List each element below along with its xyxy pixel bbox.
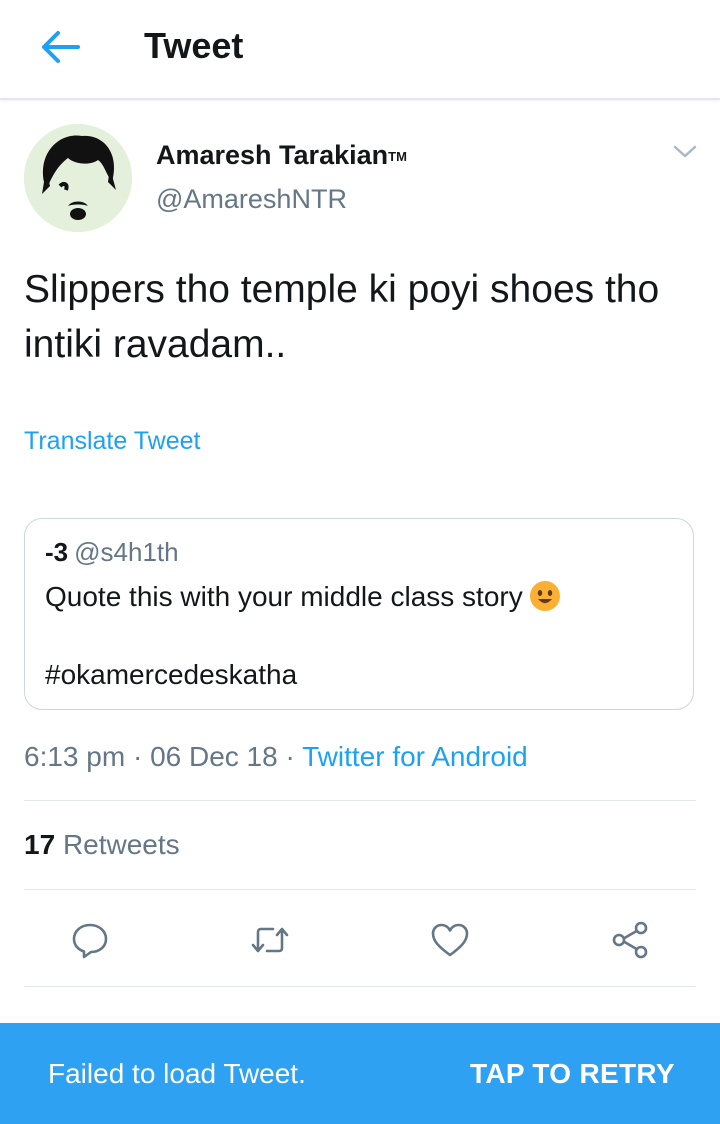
author-handle[interactable]: @AmareshNTR xyxy=(156,181,347,217)
page-title: Tweet xyxy=(144,25,244,66)
snackbar-message: Failed to load Tweet. xyxy=(48,1058,306,1089)
meta-separator: · xyxy=(277,741,303,772)
reply-icon xyxy=(72,923,108,959)
like-button[interactable] xyxy=(428,918,472,962)
retweet-label: Retweets xyxy=(62,829,180,860)
tweet-timestamp: 6:13 pm · 06 Dec 18 · Twitter for Androi… xyxy=(24,738,528,776)
quoted-tweet-header: -3 @s4h1th xyxy=(45,535,179,569)
reply-button[interactable] xyxy=(68,918,112,962)
smiling-face-emoji-icon xyxy=(529,581,560,611)
tweet-date: 06 Dec 18 xyxy=(150,741,278,772)
divider xyxy=(24,800,696,801)
arrow-left-icon xyxy=(42,31,80,63)
retweet-icon xyxy=(251,927,289,953)
retweet-stats[interactable]: 17 Retweets xyxy=(24,826,180,864)
quoted-tweet-line: Quote this with your middle class story xyxy=(45,581,523,612)
back-button[interactable] xyxy=(32,22,88,72)
tweet-time: 6:13 pm xyxy=(24,741,126,772)
quoted-tweet-text: Quote this with your middle class story xyxy=(45,579,561,615)
retweet-count: 17 xyxy=(24,829,56,860)
quoted-author-name: -3 xyxy=(45,537,69,567)
author-name-text: Amaresh Tarakian xyxy=(156,140,389,170)
author-name[interactable]: Amaresh TarakianTM xyxy=(156,137,407,173)
app-header: Tweet xyxy=(0,0,720,100)
tap-to-retry-button[interactable]: TAP TO RETRY xyxy=(470,1056,675,1092)
avatar[interactable] xyxy=(24,124,132,232)
avatar-illustration-icon xyxy=(24,124,132,232)
tweet-detail-screen: Tweet Amaresh TarakianTM @AmareshNTR Sli… xyxy=(0,0,720,1124)
tweet-options-button[interactable] xyxy=(668,138,702,166)
tweet-text: Slippers tho temple ki poyi shoes tho in… xyxy=(24,268,660,366)
retweet-button[interactable] xyxy=(248,918,292,962)
share-button[interactable] xyxy=(608,918,652,962)
divider xyxy=(24,986,696,987)
quoted-tweet-hashtag[interactable]: #okamercedeskatha xyxy=(45,657,297,693)
trademark-symbol: TM xyxy=(388,149,407,164)
quoted-tweet-card[interactable]: -3 @s4h1th Quote this with your middle cl… xyxy=(24,518,694,710)
divider xyxy=(24,889,696,890)
chevron-down-icon xyxy=(673,145,697,158)
meta-separator: · xyxy=(125,741,151,772)
translate-tweet-link[interactable]: Translate Tweet xyxy=(24,424,200,458)
quoted-author-handle: @s4h1th xyxy=(74,537,179,567)
error-snackbar: Failed to load Tweet. TAP TO RETRY xyxy=(0,1023,720,1124)
heart-icon xyxy=(431,923,469,957)
tweet-source-link[interactable]: Twitter for Android xyxy=(302,741,528,772)
share-icon xyxy=(612,921,648,959)
